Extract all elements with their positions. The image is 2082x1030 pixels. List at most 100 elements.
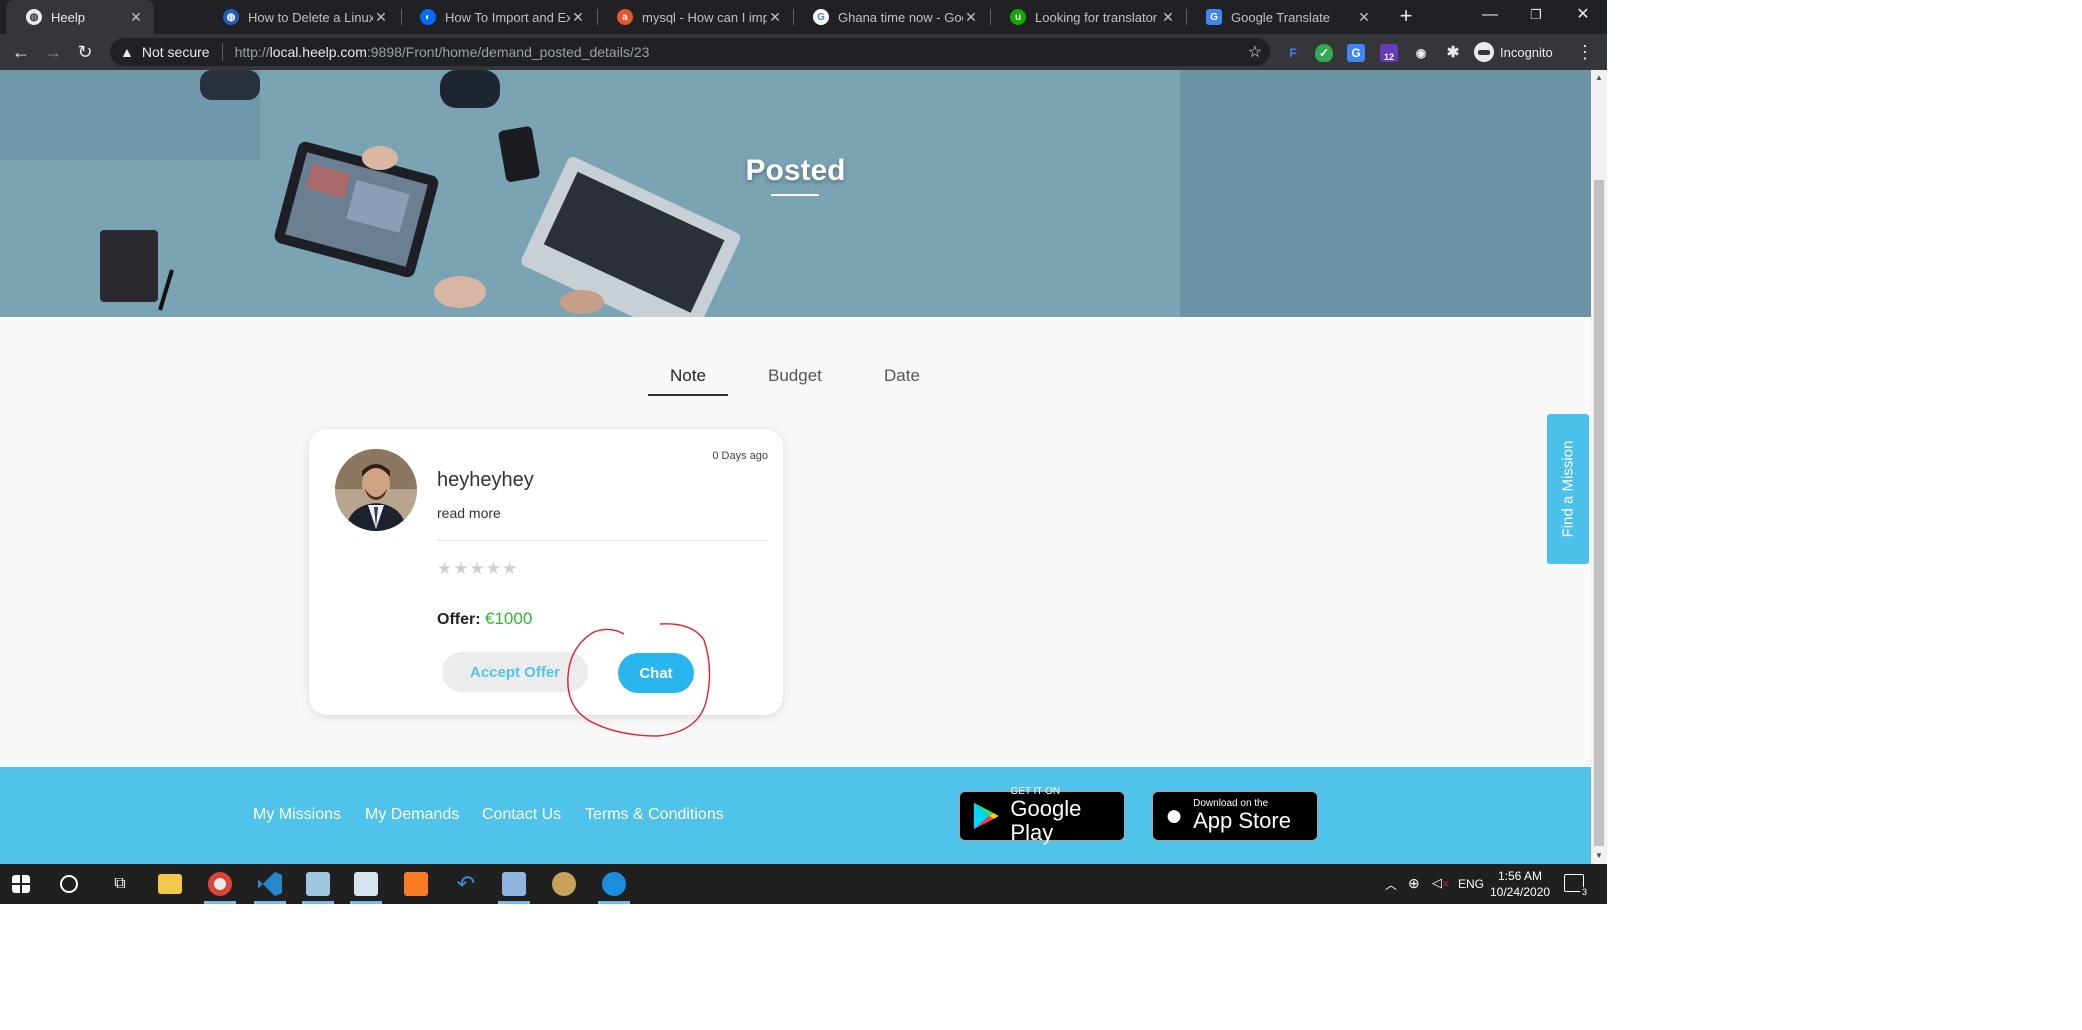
- minimize-button[interactable]: —: [1467, 0, 1513, 34]
- footer-link-my-missions[interactable]: My Missions: [253, 806, 341, 824]
- camera-extension-icon[interactable]: ◉: [1412, 44, 1430, 62]
- new-tab-button[interactable]: +: [1393, 4, 1419, 30]
- tab-translator[interactable]: u Looking for translator fo ✕: [990, 0, 1186, 34]
- clock-date: 10/24/2020: [1490, 885, 1551, 899]
- xampp-icon[interactable]: [404, 872, 428, 896]
- tab-heelp[interactable]: ◍ Heelp ✕: [6, 0, 154, 34]
- extension-f-icon[interactable]: F: [1284, 44, 1302, 62]
- task-view-icon[interactable]: ⧉: [108, 872, 132, 896]
- google-play-icon: [973, 802, 999, 830]
- close-window-button[interactable]: ✕: [1560, 0, 1606, 34]
- avatar[interactable]: [335, 449, 417, 531]
- chevron-up-icon[interactable]: ︿: [1385, 876, 1397, 893]
- google-play-badge[interactable]: GET IT ON Google Play: [959, 787, 1125, 845]
- active-app-indicator: [598, 901, 630, 904]
- back-arrow-app-icon[interactable]: ↶: [454, 872, 478, 896]
- security-label[interactable]: Not secure: [142, 44, 210, 60]
- offer-line: Offer: €1000: [437, 609, 532, 629]
- tab-budget[interactable]: Budget: [768, 366, 822, 394]
- scroll-up-arrow-icon[interactable]: ▲: [1594, 73, 1604, 83]
- page-footer: My Missions My Demands Contact Us Terms …: [0, 767, 1591, 864]
- back-button[interactable]: ←: [9, 40, 33, 64]
- translate-extension-icon[interactable]: G: [1347, 44, 1365, 62]
- reload-button[interactable]: ↻: [73, 40, 97, 64]
- remote-desktop-icon[interactable]: [502, 872, 526, 896]
- language-indicator[interactable]: ENG: [1458, 877, 1484, 891]
- tab-date[interactable]: Date: [884, 366, 920, 394]
- document-app-icon[interactable]: [354, 872, 378, 896]
- tab-delete-linux-file[interactable]: ◍ How to Delete a Linux Fil ✕: [203, 0, 399, 34]
- close-tab-icon[interactable]: ✕: [128, 9, 144, 26]
- active-app-indicator: [254, 901, 286, 904]
- volume-muted-icon[interactable]: ◁✕: [1432, 875, 1450, 891]
- forward-button[interactable]: →: [41, 40, 65, 64]
- omnibox-divider: [221, 43, 223, 61]
- browser-tab-strip: ◍ Heelp ✕ ◍ How to Delete a Linux Fil ✕ …: [0, 0, 1607, 34]
- paint-icon[interactable]: [552, 872, 576, 896]
- offer-amount: €1000: [485, 609, 533, 628]
- user-photo: [335, 449, 417, 531]
- scrollbar-thumb[interactable]: [1594, 180, 1604, 846]
- file-explorer-icon[interactable]: [158, 874, 182, 894]
- google-icon: G: [813, 9, 829, 25]
- shield-extension-icon[interactable]: ✓: [1315, 44, 1333, 62]
- close-tab-icon[interactable]: ✕: [570, 9, 586, 26]
- footer-link-my-demands[interactable]: My Demands: [365, 806, 459, 824]
- close-tab-icon[interactable]: ✕: [1356, 9, 1372, 26]
- browser-toolbar: ← → ↻ ▲ Not secure http://local.heelp.co…: [0, 34, 1607, 70]
- close-tab-icon[interactable]: ✕: [373, 9, 389, 26]
- bookmark-star-icon[interactable]: ☆: [1248, 42, 1262, 62]
- vscode-icon[interactable]: [258, 872, 282, 896]
- search-icon[interactable]: [60, 875, 78, 893]
- active-app-indicator: [498, 901, 530, 904]
- tab-import-export[interactable]: ◐ How To Import and Expo ✕: [400, 0, 596, 34]
- notifications-icon[interactable]: 3: [1564, 874, 1589, 897]
- star-rating: ★★★★★: [437, 559, 519, 578]
- tab-mysql[interactable]: a mysql - How can I impo ✕: [597, 0, 793, 34]
- find-mission-tab[interactable]: Find a Mission: [1547, 414, 1589, 564]
- extension-badge-icon[interactable]: 12: [1380, 44, 1398, 62]
- app-store-badge[interactable]: ● Download on the App Store: [1152, 791, 1318, 841]
- active-app-indicator: [302, 901, 334, 904]
- url-host: local.heelp.com: [269, 44, 367, 60]
- page-viewport: Posted Note Budget Date 0 Days ago heyhe…: [0, 70, 1607, 864]
- active-app-indicator: [350, 901, 382, 904]
- read-more-link[interactable]: read more: [437, 505, 501, 521]
- footer-link-contact-us[interactable]: Contact Us: [482, 806, 561, 824]
- tab-note[interactable]: Note: [648, 366, 728, 396]
- offer-label: Offer:: [437, 611, 481, 628]
- tab-google-translate[interactable]: G Google Translate ✕: [1186, 0, 1382, 34]
- taskbar-clock[interactable]: 1:56 AM 10/24/2020: [1490, 868, 1550, 900]
- upwork-icon: u: [1010, 9, 1026, 25]
- page-title: Posted: [745, 154, 846, 187]
- google-play-big-text: Google Play: [1010, 796, 1082, 845]
- title-underline: [771, 194, 819, 196]
- user-name: heyheyhey: [437, 469, 534, 491]
- address-bar[interactable]: ▲ Not secure http://local.heelp.com:9898…: [110, 38, 1270, 66]
- page-scrollbar[interactable]: ▲ ▼: [1591, 70, 1607, 864]
- network-globe-icon[interactable]: ⊕: [1408, 875, 1420, 892]
- close-tab-icon[interactable]: ✕: [963, 9, 979, 26]
- incognito-indicator[interactable]: Incognito: [1474, 42, 1553, 62]
- restore-button[interactable]: ❐: [1513, 0, 1559, 34]
- extension-badge-count: 12: [1383, 52, 1394, 62]
- close-tab-icon[interactable]: ✕: [1160, 9, 1176, 26]
- scroll-down-arrow-icon[interactable]: ▼: [1594, 851, 1604, 861]
- browser-menu-icon[interactable]: ⋮: [1576, 42, 1594, 63]
- app-icon[interactable]: [306, 872, 330, 896]
- footer-link-terms[interactable]: Terms & Conditions: [585, 806, 724, 824]
- teamviewer-icon[interactable]: [602, 872, 626, 896]
- url-scheme: http://: [234, 44, 270, 60]
- find-mission-label: Find a Mission: [1559, 440, 1577, 538]
- active-app-indicator: [204, 901, 236, 904]
- close-tab-icon[interactable]: ✕: [767, 9, 783, 26]
- incognito-label: Incognito: [1500, 44, 1553, 60]
- puzzle-extensions-icon[interactable]: ✱: [1444, 44, 1462, 62]
- windows-start-icon[interactable]: [12, 875, 30, 893]
- chrome-icon[interactable]: [208, 872, 232, 896]
- notification-count: 3: [1579, 887, 1589, 897]
- globe-icon: ◍: [223, 9, 239, 25]
- url-path: :9898/Front/home/demand_posted_details/2…: [366, 44, 650, 60]
- windows-taskbar: ⧉ ↶ ︿ ⊕ ◁✕ ENG 1:56 AM 10/24/2020 3: [0, 864, 1607, 904]
- tab-ghana-time[interactable]: G Ghana time now - Googl ✕: [793, 0, 989, 34]
